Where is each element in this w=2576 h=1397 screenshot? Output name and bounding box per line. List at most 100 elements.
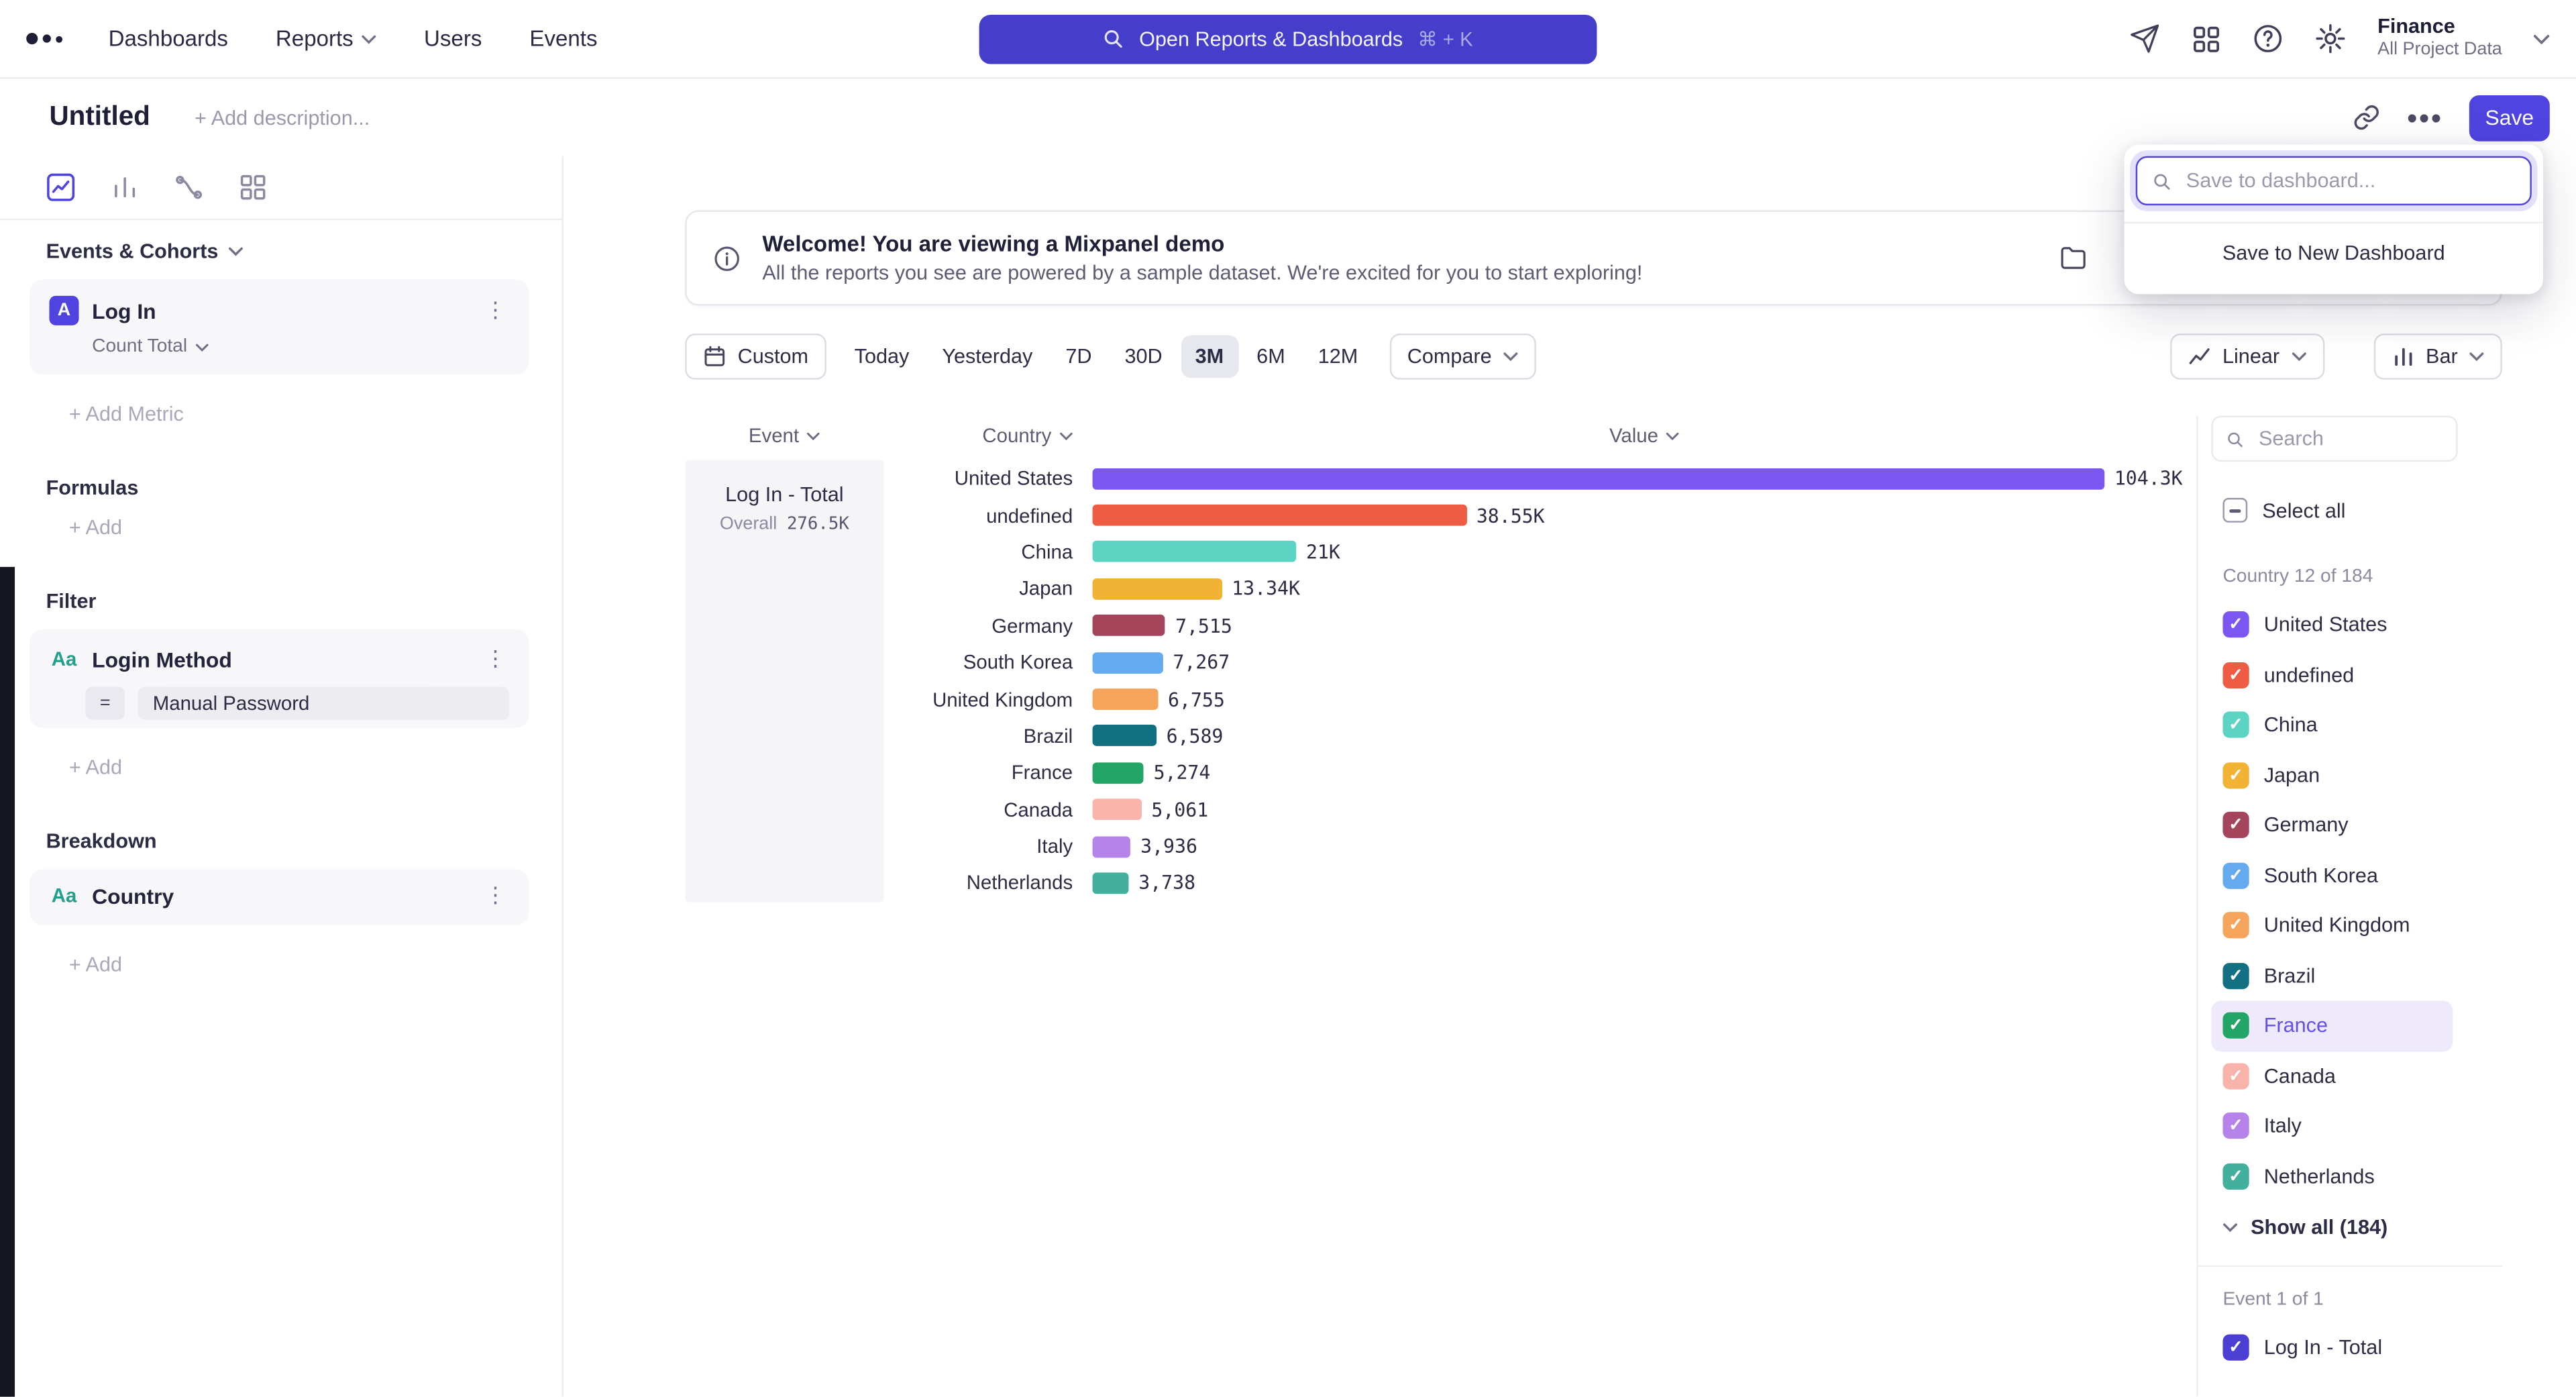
breakdown-card[interactable]: Aa Country ⋮ <box>30 870 529 925</box>
checkbox-checked[interactable]: ✓ <box>2222 662 2249 688</box>
range-3m[interactable]: 3M <box>1181 335 1239 378</box>
checkbox-checked[interactable]: ✓ <box>2222 962 2249 988</box>
series-filter-item[interactable]: ✓Netherlands <box>2211 1151 2453 1202</box>
series-search[interactable] <box>2211 416 2457 462</box>
series-filter-item[interactable]: ✓South Korea <box>2211 850 2453 900</box>
global-search[interactable]: Open Reports & Dashboards ⌘ + K <box>979 14 1597 63</box>
mixpanel-logo[interactable] <box>26 33 62 44</box>
range-30d[interactable]: 30D <box>1110 335 1177 378</box>
bar[interactable] <box>1093 505 1467 526</box>
column-header-country[interactable]: Country <box>884 424 1093 447</box>
chevron-down-icon[interactable] <box>2533 34 2549 44</box>
save-dashboard-input[interactable] <box>2183 168 2515 194</box>
metric-menu-button[interactable]: ⋮ <box>482 297 510 323</box>
filter-card[interactable]: Aa Login Method ⋮ = Manual Password <box>30 629 529 728</box>
events-section-title[interactable]: Events & Cohorts <box>46 240 529 263</box>
nav-users[interactable]: Users <box>424 26 482 51</box>
series-filter-item[interactable]: ✓Log In - Total <box>2211 1323 2453 1373</box>
column-header-value[interactable]: Value <box>1093 424 2197 447</box>
custom-date-button[interactable]: Custom <box>685 333 826 380</box>
chart-type-button[interactable]: Bar <box>2373 333 2502 380</box>
event-summary-cell[interactable]: Log In - Total Overall 276.5K <box>685 460 883 902</box>
series-filter-item[interactable]: ✓undefined <box>2211 650 2453 701</box>
help-icon[interactable] <box>2253 23 2284 54</box>
bar[interactable] <box>1093 652 1163 673</box>
column-header-event[interactable]: Event <box>685 424 883 447</box>
add-formula-button[interactable]: + Add <box>69 516 529 539</box>
tab-funnels[interactable] <box>110 172 140 202</box>
checkbox-checked[interactable]: ✓ <box>2222 1163 2249 1189</box>
checkbox-checked[interactable]: ✓ <box>2222 1335 2249 1361</box>
save-dashboard-search[interactable] <box>2136 156 2532 205</box>
more-options-button[interactable]: ••• <box>2407 103 2443 132</box>
send-icon[interactable] <box>2129 23 2161 54</box>
add-description[interactable]: + Add description... <box>195 106 370 129</box>
nav-dashboards[interactable]: Dashboards <box>109 26 228 51</box>
bar[interactable] <box>1093 725 1157 747</box>
range-yesterday[interactable]: Yesterday <box>927 335 1047 378</box>
compare-button[interactable]: Compare <box>1389 333 1536 380</box>
checkbox-checked[interactable]: ✓ <box>2222 1013 2249 1039</box>
series-filter-item[interactable]: ✓Germany <box>2211 800 2453 851</box>
checkbox-checked[interactable]: ✓ <box>2222 1113 2249 1139</box>
series-filter-item[interactable]: ✓China <box>2211 700 2453 750</box>
tab-insights[interactable] <box>46 172 76 202</box>
bar[interactable] <box>1093 468 2105 489</box>
checkbox-indeterminate[interactable] <box>2222 498 2247 523</box>
checkbox-checked[interactable]: ✓ <box>2222 712 2249 738</box>
link-icon[interactable] <box>2353 103 2381 132</box>
project-switcher[interactable]: Finance All Project Data <box>2377 15 2502 62</box>
range-today[interactable]: Today <box>840 335 924 378</box>
report-title[interactable]: Untitled <box>49 102 150 134</box>
chevron-down-icon <box>2469 352 2484 362</box>
range-7d[interactable]: 7D <box>1051 335 1106 378</box>
checkbox-checked[interactable]: ✓ <box>2222 812 2249 838</box>
metric-card[interactable]: A Log In ⋮ Count Total <box>30 279 529 374</box>
bar[interactable] <box>1093 688 1159 710</box>
filter-operator[interactable]: = <box>85 687 125 720</box>
aggregation-dropdown[interactable]: Count Total <box>92 337 509 356</box>
checkbox-checked[interactable]: ✓ <box>2222 913 2249 939</box>
add-metric-button[interactable]: + Add Metric <box>69 403 529 425</box>
checkbox-checked[interactable]: ✓ <box>2222 612 2249 638</box>
bar[interactable] <box>1093 541 1297 563</box>
add-filter-button[interactable]: + Add <box>69 756 529 779</box>
checkbox-checked[interactable]: ✓ <box>2222 1063 2249 1089</box>
series-filter-item[interactable]: ✓Japan <box>2211 750 2453 800</box>
bar[interactable] <box>1093 799 1142 821</box>
series-filter-item[interactable]: ✓United Kingdom <box>2211 900 2453 951</box>
bar[interactable] <box>1093 578 1222 600</box>
tab-retention[interactable] <box>238 172 268 202</box>
save-button[interactable]: Save <box>2469 95 2550 141</box>
checkbox-checked[interactable]: ✓ <box>2222 762 2249 788</box>
range-12m[interactable]: 12M <box>1303 335 1373 378</box>
add-breakdown-button[interactable]: + Add <box>69 953 529 976</box>
nav-reports[interactable]: Reports <box>276 26 376 51</box>
nav-events[interactable]: Events <box>529 26 597 51</box>
checkbox-checked[interactable]: ✓ <box>2222 862 2249 888</box>
bar[interactable] <box>1093 615 1166 637</box>
bar[interactable] <box>1093 836 1131 858</box>
save-to-new-dashboard-item[interactable]: Save to New Dashboard <box>2136 223 2532 282</box>
show-all-button[interactable]: Show all (184) <box>2211 1203 2502 1252</box>
filter-value[interactable]: Manual Password <box>138 687 509 720</box>
value-scale-button[interactable]: Linear <box>2170 333 2324 380</box>
bar[interactable] <box>1093 762 1144 784</box>
apps-grid-icon[interactable] <box>2192 24 2221 54</box>
folder-icon[interactable] <box>2059 243 2088 272</box>
series-filter-item[interactable]: ✓Brazil <box>2211 951 2453 1001</box>
series-filter-item[interactable]: ✓Italy <box>2211 1101 2453 1151</box>
chart-row: United States104.3K <box>884 460 2197 497</box>
series-search-input[interactable] <box>2255 425 2443 452</box>
tab-flows[interactable] <box>174 172 204 202</box>
breakdown-menu-button[interactable]: ⋮ <box>482 882 510 909</box>
series-filter-item[interactable]: ✓United States <box>2211 600 2453 650</box>
range-6m[interactable]: 6M <box>1242 335 1300 378</box>
select-all-toggle[interactable]: Select all <box>2211 498 2502 523</box>
chevron-down-icon <box>1060 431 1073 439</box>
gear-icon[interactable] <box>2315 23 2347 54</box>
bar[interactable] <box>1093 872 1129 894</box>
series-filter-item[interactable]: ✓Canada <box>2211 1051 2453 1101</box>
series-filter-item[interactable]: ✓France <box>2211 1000 2453 1051</box>
filter-menu-button[interactable]: ⋮ <box>482 645 510 672</box>
